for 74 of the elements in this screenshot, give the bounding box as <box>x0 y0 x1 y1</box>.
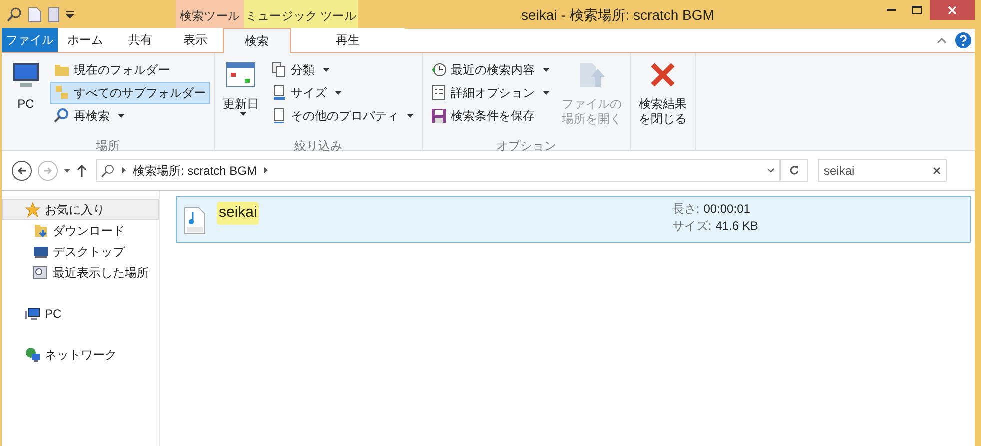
folder-download-icon <box>33 222 49 238</box>
search-field[interactable]: seikai <box>818 159 947 182</box>
folders-icon <box>54 85 70 101</box>
ribbon-small-button[interactable]: 最近の検索内容 <box>427 59 554 81</box>
document-icon <box>271 62 287 78</box>
context-tab-header: 検索ツール <box>176 0 244 29</box>
clock-icon <box>431 62 447 78</box>
chevron-right-icon <box>122 167 126 174</box>
detail-value: 00:00:01 <box>704 201 750 218</box>
collapse-ribbon-icon <box>937 38 947 44</box>
list-icon <box>431 85 447 101</box>
detail-label: サイズ: <box>672 218 712 235</box>
sidebar-item[interactable]: デスクトップ <box>2 241 159 262</box>
help-icon <box>955 32 972 49</box>
context-tab-header: ミュージック ツール <box>244 0 358 29</box>
up-arrow-icon <box>77 164 87 176</box>
ribbon-small-button[interactable]: 現在のフォルダー <box>50 59 210 81</box>
caret-icon <box>240 112 246 116</box>
close-icon <box>948 6 957 14</box>
ribbon-small-button[interactable]: その他のプロパティ <box>267 105 418 127</box>
sidebar-item[interactable]: ネットワーク <box>2 344 159 365</box>
ribbon-small-button[interactable]: 再検索 <box>50 105 210 127</box>
sidebar-item[interactable]: PC <box>2 303 159 324</box>
refresh-icon <box>788 165 800 176</box>
customize-caret-icon <box>66 10 74 18</box>
document-icon <box>271 108 287 124</box>
ribbon-small-button[interactable]: 分類 <box>267 59 418 81</box>
ribbon-large-button[interactable]: 検索結果 を閉じる <box>635 59 691 137</box>
ribbon-tab[interactable]: ファイル <box>2 28 58 52</box>
chevron-right-icon <box>264 167 268 174</box>
right-arrow-icon <box>43 166 53 174</box>
folder-icon <box>54 62 70 78</box>
document-icon <box>271 85 287 101</box>
caret-icon <box>543 91 550 95</box>
ribbon-large-button[interactable]: PC <box>6 59 46 137</box>
ribbon-tab[interactable]: 検索 <box>223 28 291 53</box>
sidebar-item[interactable]: ダウンロード <box>2 220 159 241</box>
chevron-down-icon <box>767 168 775 173</box>
ribbon-small-button[interactable]: 詳細オプション <box>427 82 554 104</box>
caret-icon <box>64 168 71 172</box>
address-field[interactable]: 検索場所: scratch BGM <box>96 159 780 182</box>
network-icon <box>25 346 41 362</box>
group-label: オプション <box>496 138 558 155</box>
clear-icon <box>933 166 941 174</box>
search-icon <box>101 164 115 178</box>
detail-label: 長さ: <box>672 201 700 218</box>
close-button[interactable] <box>930 0 975 20</box>
search-icon <box>54 108 70 124</box>
caret-icon <box>118 114 125 118</box>
result-item[interactable]: seikai 長さ: 00:00:01 サイズ: 41.6 KB <box>176 196 971 243</box>
ribbon-large-button[interactable]: 更新日 <box>219 59 263 137</box>
window-title: seikai - 検索場所: scratch BGM <box>522 6 714 25</box>
ribbon-small-button[interactable]: サイズ <box>267 82 418 104</box>
search-icon <box>6 6 22 22</box>
caret-icon <box>407 114 414 118</box>
caret-icon <box>335 91 342 95</box>
file-name: seikai <box>217 202 260 224</box>
ribbon-small-button[interactable]: 検索条件を保存 <box>427 105 554 127</box>
sidebar-item[interactable]: お気に入り <box>2 199 159 220</box>
refresh-button[interactable] <box>780 159 808 182</box>
panel-icon <box>48 6 60 22</box>
detail-value: 41.6 KB <box>716 218 758 235</box>
star-icon <box>25 202 41 218</box>
audio-file-icon <box>184 207 206 235</box>
back-button[interactable] <box>12 160 32 180</box>
left-arrow-icon <box>17 166 27 174</box>
address-path: 検索場所: scratch BGM <box>133 162 258 180</box>
computer-icon <box>25 306 41 322</box>
ribbon-small-button[interactable]: すべてのサブフォルダー <box>50 82 210 104</box>
caret-icon <box>323 68 330 72</box>
group-label: 場所 <box>95 138 121 155</box>
document-icon <box>28 6 42 22</box>
sidebar-item[interactable]: 最近表示した場所 <box>2 262 159 283</box>
caret-icon <box>543 68 550 72</box>
